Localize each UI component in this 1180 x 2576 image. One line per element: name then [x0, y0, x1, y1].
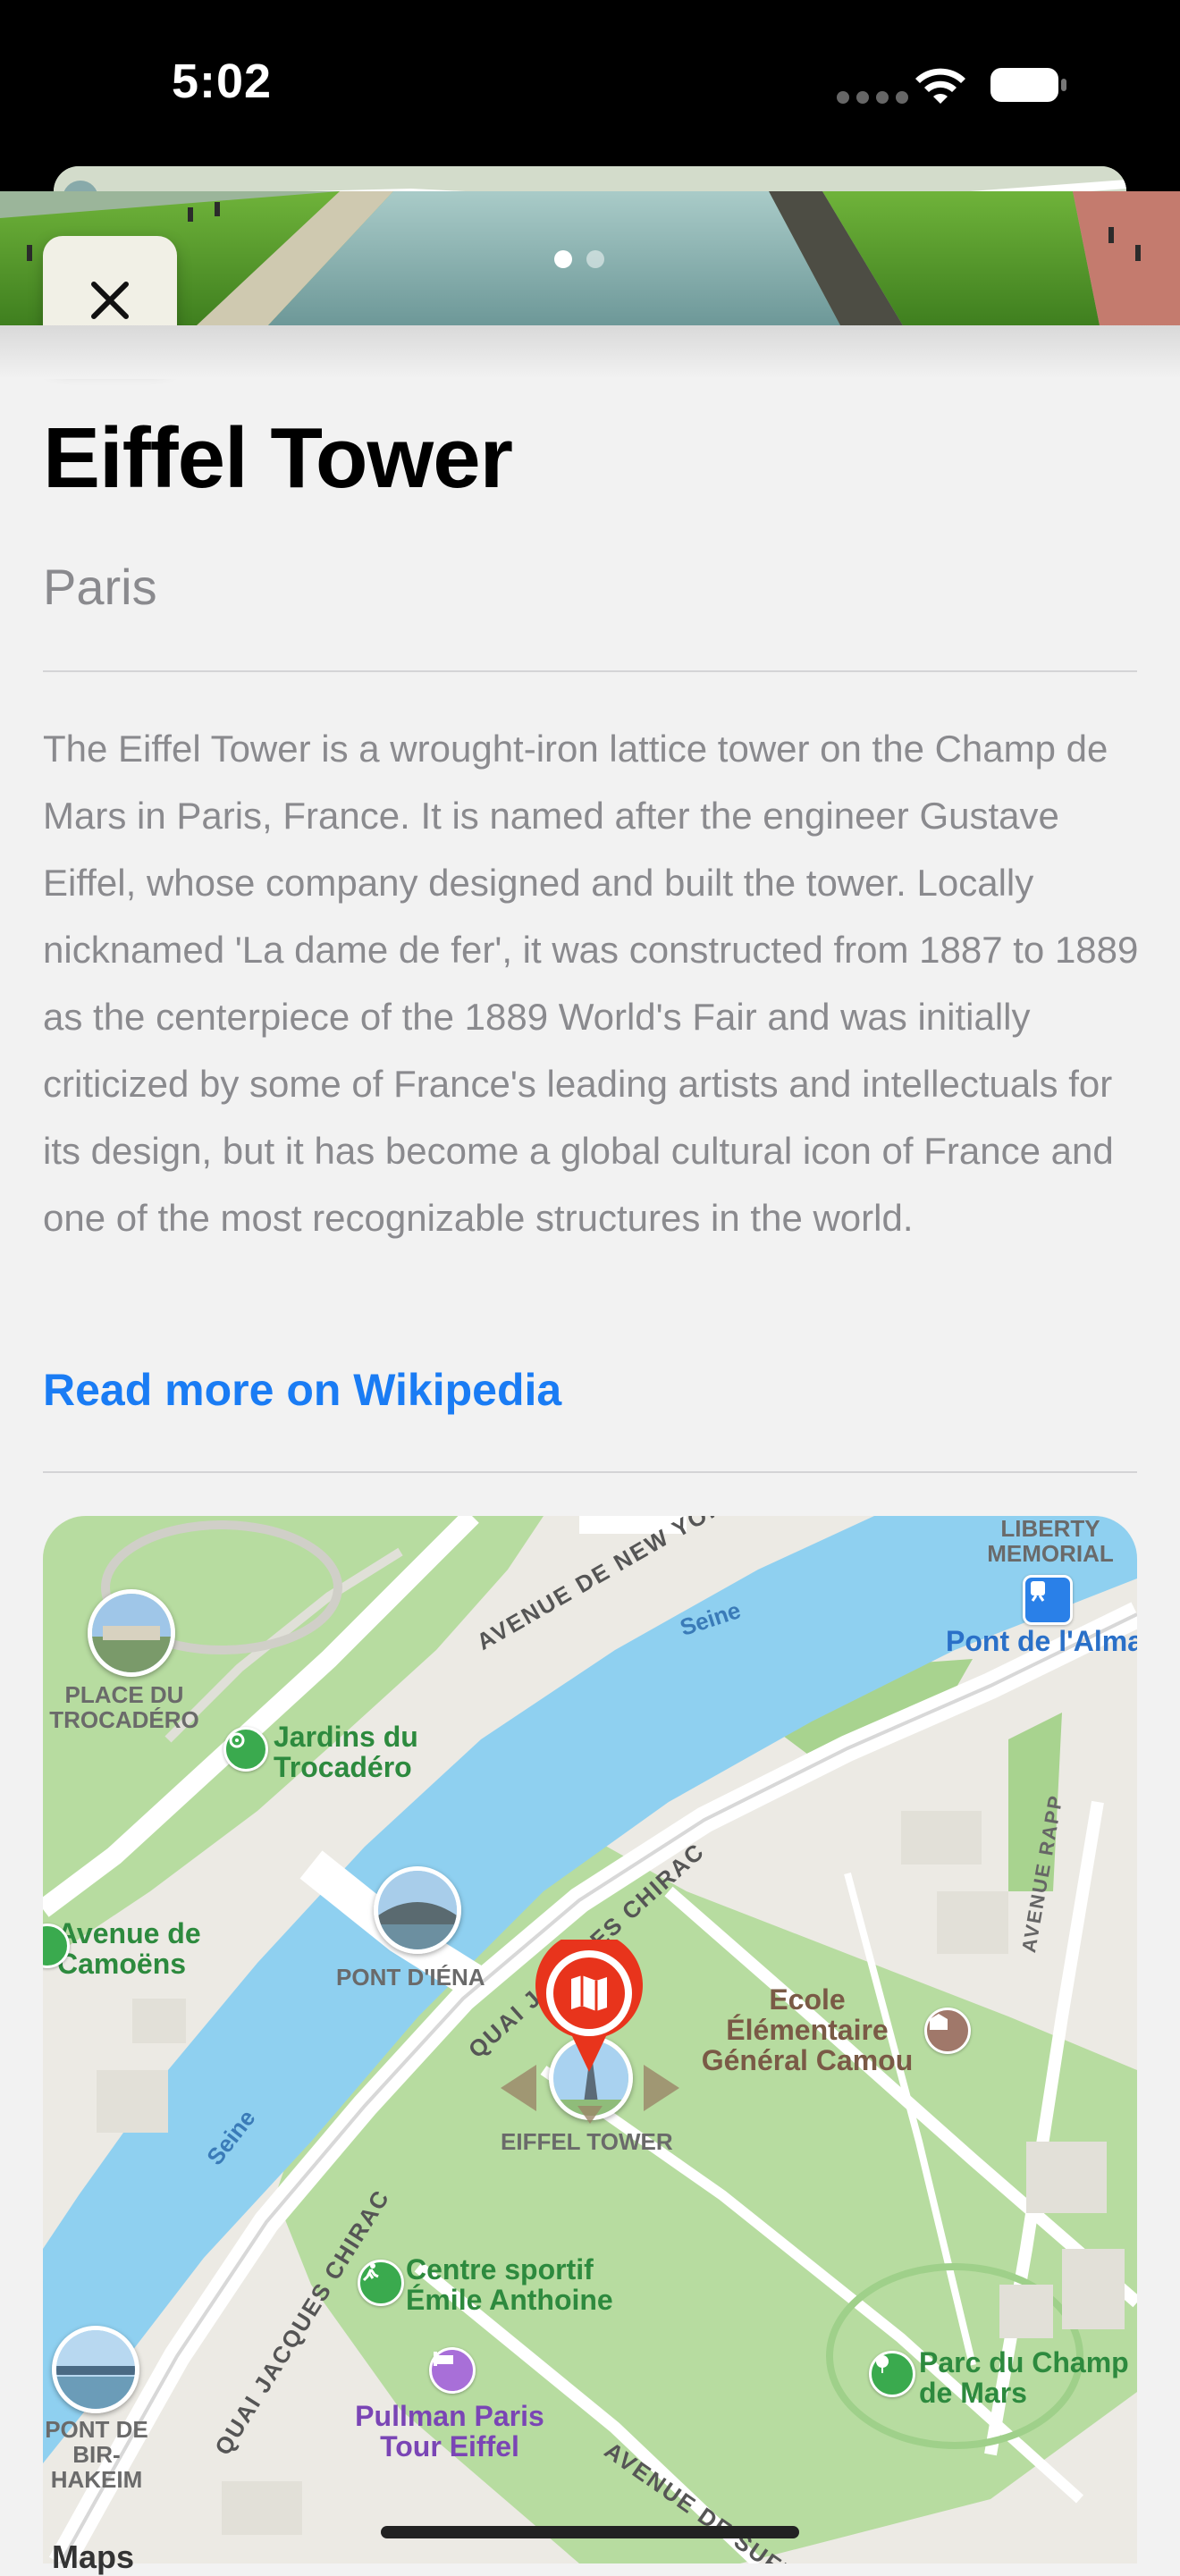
map-label-ecole: Ecole Élémentaire Général Camou — [701, 1983, 914, 2076]
cellular-signal-icon — [837, 91, 915, 108]
sheet-shadow — [0, 325, 1180, 379]
map-label-avenue-camoens: Avenue de Camoëns — [57, 1917, 201, 1980]
close-icon — [91, 282, 129, 319]
map-label-centre-sportif: Centre sportif Émile Anthoine — [406, 2253, 613, 2316]
page-indicator[interactable] — [554, 250, 619, 273]
page-dot — [586, 250, 604, 268]
place-description: The Eiffel Tower is a wrought-iron latti… — [43, 728, 1139, 1239]
map-label-jardins-trocadero: Jardins du Trocadéro — [274, 1721, 418, 1783]
divider — [43, 1471, 1137, 1473]
school-poi-icon[interactable] — [924, 2008, 971, 2054]
map-label-parc-champ: Parc du Champ de Mars — [919, 2346, 1129, 2409]
map-label-pont-iena: PONT D'IÉNA — [336, 1964, 485, 1991]
divider — [43, 670, 1137, 672]
metro-poi-icon[interactable] — [1023, 1575, 1073, 1625]
hotel-poi-icon[interactable] — [429, 2347, 476, 2394]
maps-logo: Maps — [52, 2538, 135, 2575]
status-time: 5:02 — [172, 55, 273, 108]
map-label-pont-alma: Pont de l'Alma — [946, 1625, 1137, 1657]
park-poi-icon[interactable] — [869, 2351, 915, 2397]
wikipedia-link[interactable]: Read more on Wikipedia — [43, 1364, 561, 1416]
park-poi-icon[interactable] — [223, 1727, 268, 1772]
map-label-pullman: Pullman Paris Tour Eiffel — [355, 2400, 544, 2462]
page-title: Eiffel Tower — [43, 410, 513, 506]
poi-pont-iena-photo[interactable] — [374, 1866, 461, 1954]
poi-trocadero-photo[interactable] — [88, 1589, 175, 1677]
battery-icon — [990, 68, 1066, 102]
map-label-eiffel-tower: EIFFEL TOWER — [501, 2128, 673, 2155]
landmark-marker — [501, 2065, 679, 2124]
page-dot-active — [554, 250, 572, 268]
wifi-icon — [915, 68, 965, 104]
place-subtitle: Paris — [43, 559, 157, 615]
map-icon — [571, 1975, 607, 2011]
poi-bir-hakeim-photo[interactable] — [52, 2326, 139, 2413]
sports-poi-icon[interactable] — [358, 2260, 404, 2306]
map-label-liberty-memorial: LIBERTY MEMORIAL — [987, 1516, 1114, 1567]
map-label-place-trocadero: PLACE DU TROCADÉRO — [49, 1681, 199, 1733]
home-indicator[interactable] — [381, 2526, 799, 2538]
map-label-pont-bir-hakeim: PONT DE BIR-HAKEIM — [45, 2416, 148, 2493]
map-view[interactable]: AVENUE DE NEW YORK LIBERTY MEMORIAL Sein… — [43, 1516, 1137, 2563]
